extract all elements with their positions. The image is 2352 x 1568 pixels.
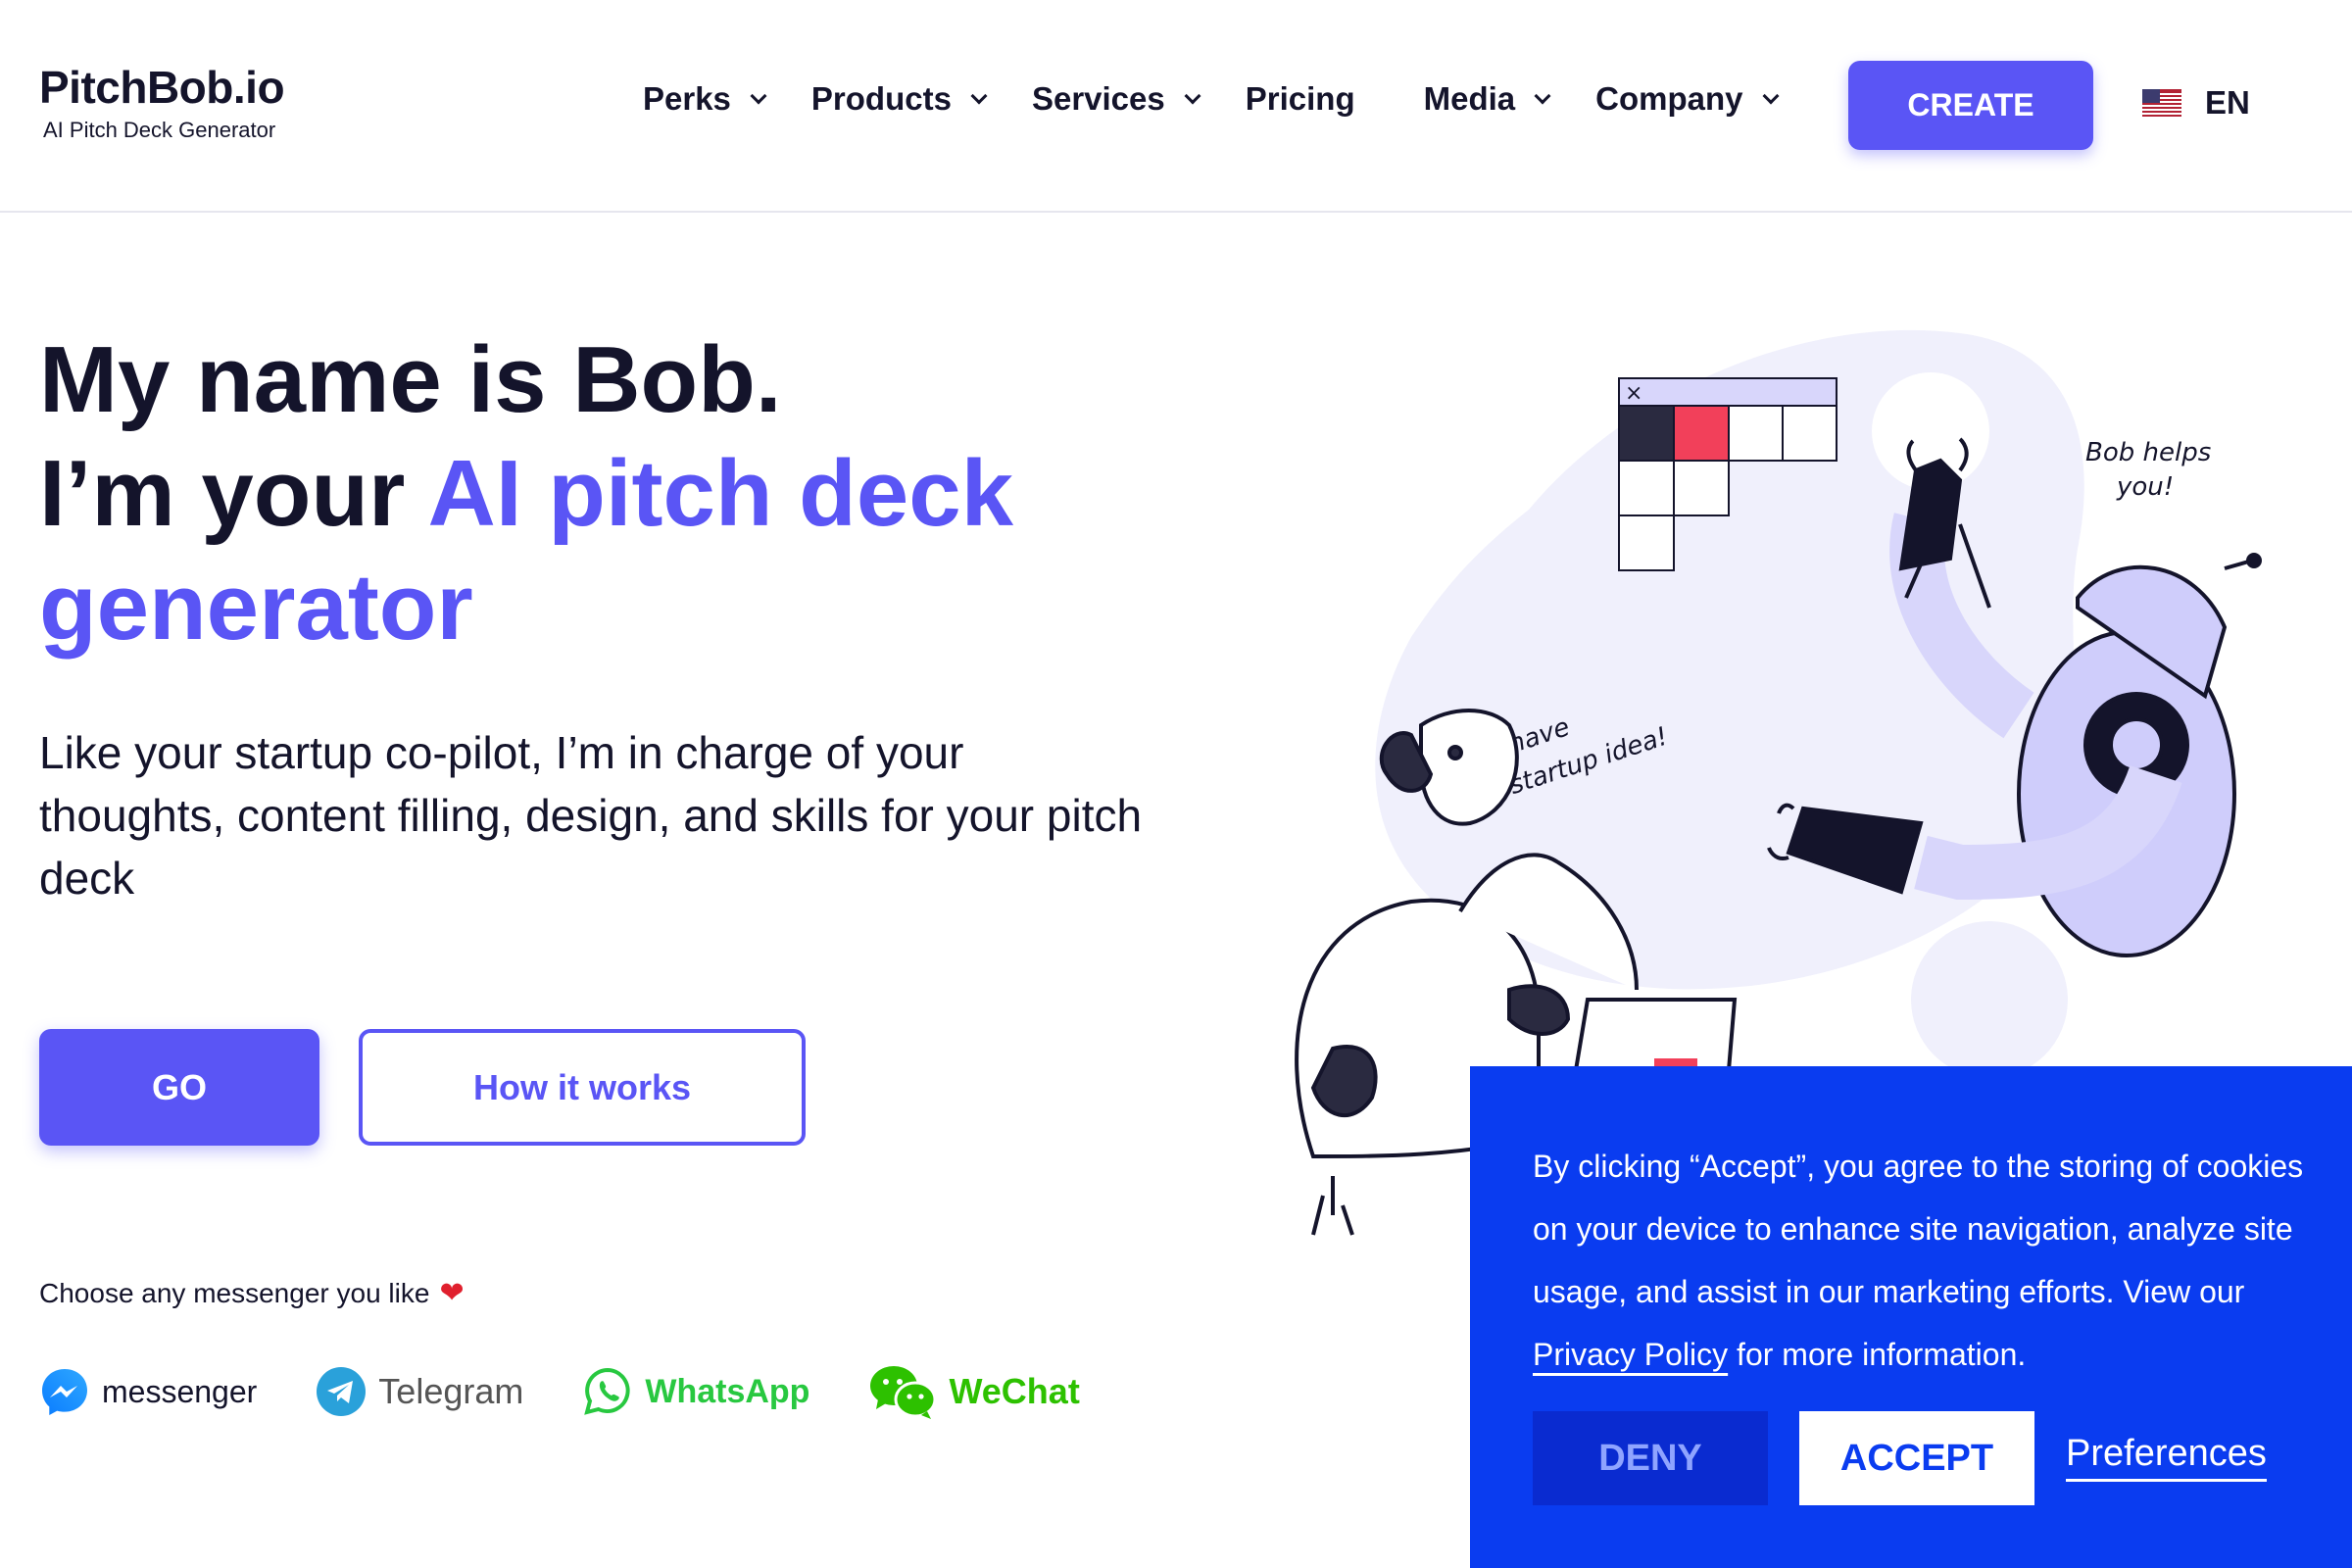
messenger-note-text: Choose any messenger you like	[39, 1277, 430, 1308]
whatsapp-icon	[584, 1367, 630, 1415]
chevron-down-icon	[750, 87, 767, 105]
nav-item-label: Services	[1031, 80, 1165, 117]
robot-speech: Bob helps you!	[2085, 438, 2220, 502]
go-button[interactable]: GO	[39, 1029, 319, 1146]
site-header: PitchBob.io AI Pitch Deck Generator Perk…	[0, 0, 2352, 213]
logo-title: PitchBob.io	[39, 62, 285, 113]
nav-item-perks[interactable]: Perks	[643, 80, 767, 118]
telegram-label: Telegram	[378, 1371, 524, 1411]
create-button[interactable]: CREATE	[1848, 61, 2093, 150]
hero-description: Like your startup co-pilot, I’m in charg…	[39, 727, 1143, 904]
privacy-policy-link[interactable]: Privacy Policy	[1533, 1337, 1728, 1372]
nav-item-media[interactable]: Media	[1423, 80, 1551, 118]
logo-tagline: AI Pitch Deck Generator	[43, 118, 276, 142]
messenger-label: messenger	[102, 1373, 258, 1409]
preferences-link[interactable]: Preferences	[2066, 1433, 2267, 1482]
messenger-link-facebook[interactable]: messenger	[39, 1366, 257, 1417]
messenger-note: Choose any messenger you like ❤	[39, 1276, 465, 1310]
svg-text:×: ×	[1625, 381, 1642, 406]
messenger-link-whatsapp[interactable]: WhatsApp	[582, 1366, 809, 1417]
hero-title: My name is Bob. I’m your AI pitch deck g…	[39, 323, 1166, 664]
messenger-link-telegram[interactable]: Telegram	[316, 1366, 523, 1417]
messenger-list: messenger Telegram WhatsApp WeChat	[39, 1362, 1139, 1421]
logo[interactable]: PitchBob.io AI Pitch Deck Generator	[39, 61, 285, 143]
chevron-down-icon	[970, 87, 988, 105]
chevron-down-icon	[1184, 87, 1201, 105]
cookie-text: By clicking “Accept”, you agree to the s…	[1533, 1135, 2317, 1386]
nav-item-pricing[interactable]: Pricing	[1246, 80, 1355, 118]
hero-title-accent-line3: generator	[39, 555, 473, 660]
cookie-text-end: for more information.	[1728, 1337, 2027, 1372]
nav-item-label: Products	[810, 80, 952, 117]
nav-item-label: Media	[1423, 80, 1516, 117]
heart-icon: ❤	[439, 1277, 465, 1309]
nav-item-label: Company	[1595, 80, 1743, 117]
messenger-link-wechat[interactable]: WeChat	[868, 1362, 1080, 1421]
chevron-down-icon	[1534, 87, 1551, 105]
cookie-text-body: By clicking “Accept”, you agree to the s…	[1533, 1149, 2304, 1309]
deny-button[interactable]: DENY	[1533, 1411, 1768, 1505]
cookie-banner: By clicking “Accept”, you agree to the s…	[1470, 1066, 2352, 1568]
us-flag-icon	[2142, 89, 2181, 117]
facebook-messenger-icon	[42, 1369, 87, 1415]
telegram-icon	[317, 1367, 367, 1416]
language-label: EN	[2205, 84, 2250, 121]
nav-item-company[interactable]: Company	[1595, 80, 1779, 118]
accept-button[interactable]: ACCEPT	[1799, 1411, 2034, 1505]
nav-item-products[interactable]: Products	[810, 80, 988, 118]
language-selector[interactable]: EN	[2142, 84, 2250, 122]
main-nav: Perks Products Services Pricing Media Co…	[643, 80, 1824, 118]
nav-item-label: Pricing	[1245, 80, 1355, 117]
wechat-label: WeChat	[949, 1371, 1080, 1411]
nav-item-label: Perks	[643, 80, 731, 117]
hero-title-line1: My name is Bob.	[39, 327, 782, 432]
hero-title-line2-prefix: I’m your	[39, 441, 428, 546]
chevron-down-icon	[1762, 87, 1779, 105]
whatsapp-label: WhatsApp	[645, 1372, 810, 1410]
wechat-icon	[870, 1366, 937, 1419]
nav-item-services[interactable]: Services	[1031, 80, 1201, 118]
how-it-works-button[interactable]: How it works	[359, 1029, 806, 1146]
background-circle	[1911, 921, 2068, 1078]
hero-title-accent: AI pitch deck	[427, 441, 1013, 546]
